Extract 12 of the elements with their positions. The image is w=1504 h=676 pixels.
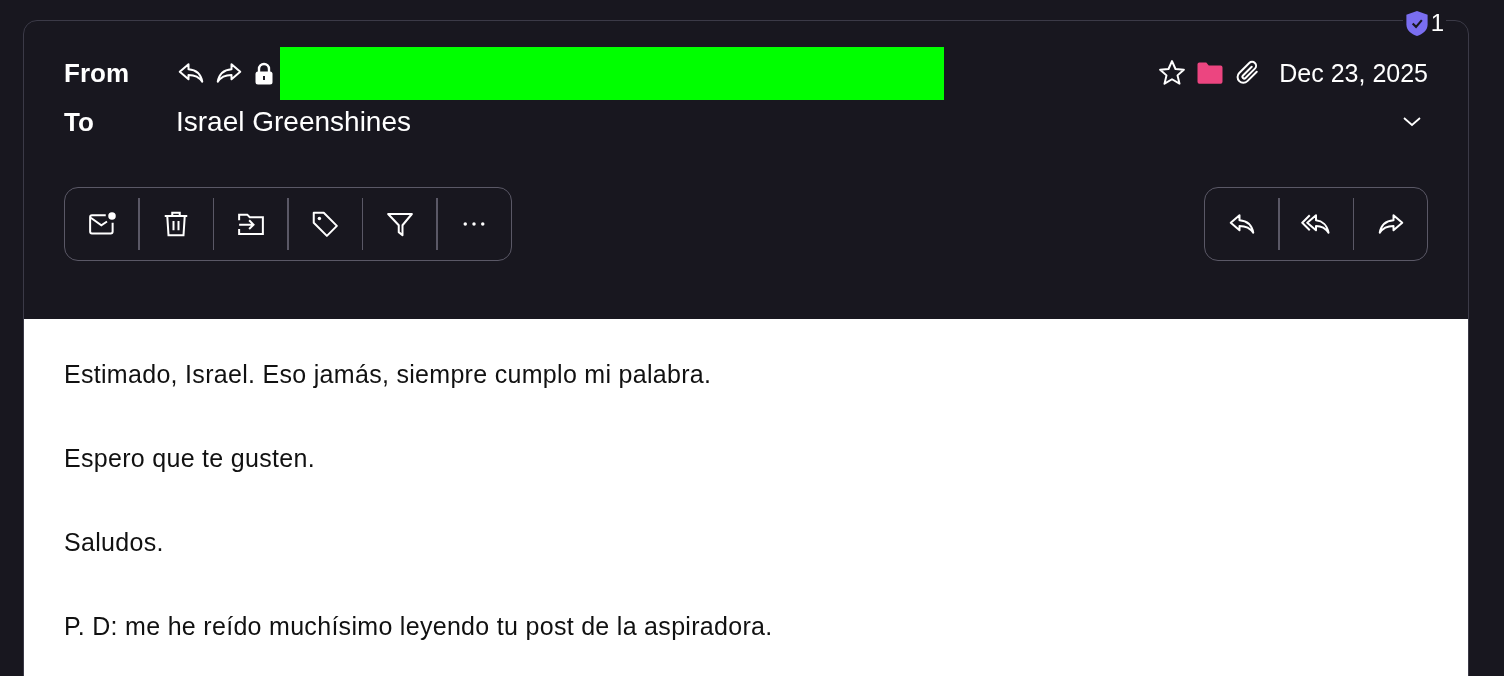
star-icon[interactable] (1157, 58, 1188, 88)
more-icon (463, 222, 485, 226)
tag-icon (310, 209, 340, 239)
badge-count: 1 (1430, 9, 1444, 37)
message-paragraph: Saludos. (64, 527, 165, 558)
message-paragraph: Espero que te gusten. (64, 443, 316, 474)
from-label: From (64, 57, 130, 89)
recipient-name: Israel Greenshines (176, 106, 411, 138)
date: Dec 23, 2025 (1279, 58, 1428, 88)
to-label: To (64, 106, 95, 138)
message-paragraph: Estimado, Israel. Eso jamás, siempre cumplo mi palabra. (64, 359, 713, 390)
message-paragraph: P. D: me he reído muchísimo leyendo tu post de la aspiradora. (64, 611, 774, 642)
